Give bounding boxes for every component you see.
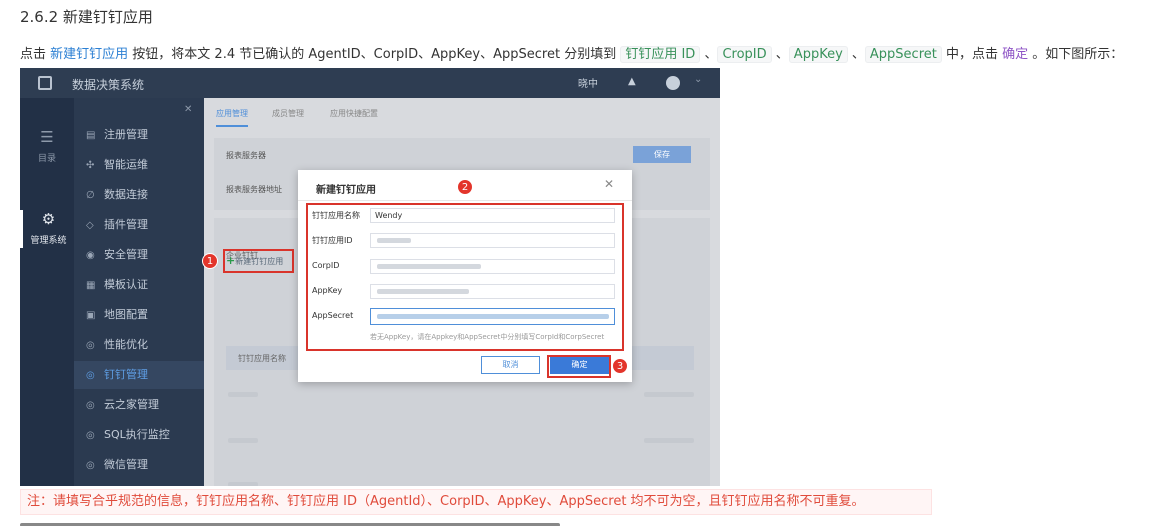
rail-label: 目录 <box>37 154 56 164</box>
dialog-title: 新建钉钉应用 <box>316 185 376 196</box>
dingtalk-icon: ◎ <box>86 370 95 381</box>
ops-icon: ✣ <box>86 160 95 171</box>
highlight-form-fields <box>306 203 624 351</box>
sidebar-item-label: 钉钉管理 <box>104 368 148 381</box>
table-row <box>644 438 694 443</box>
plugin-icon: ◇ <box>86 220 94 231</box>
new-app-link-text[interactable]: 新建钉钉应用 <box>50 47 128 62</box>
sidebar-item-cloud[interactable]: ◎ 云之家管理 <box>74 391 204 419</box>
map-icon: ▣ <box>86 310 96 321</box>
template-icon: ▦ <box>86 280 96 291</box>
sidebar-item-label: 模板认证 <box>104 278 148 291</box>
highlight-confirm <box>547 355 611 378</box>
link-icon: ∅ <box>86 190 95 201</box>
instruction-text: 。如下图所示： <box>1028 47 1124 62</box>
highlight-new-app <box>223 249 294 273</box>
code-app-key: AppKey <box>788 46 848 63</box>
table-row <box>228 438 258 443</box>
instruction-text: 按钮，将本文 2.4 节已确认的 AgentID、CorpID、AppKey、A… <box>128 47 621 62</box>
close-icon[interactable]: ✕ <box>604 177 614 191</box>
sidebar-item-performance[interactable]: ◎ 性能优化 <box>74 331 204 359</box>
tab-app-management[interactable]: 应用管理 <box>216 108 248 127</box>
server-address-label: 报表服务器地址 <box>226 185 282 194</box>
separator: 、 <box>700 47 718 62</box>
table-row <box>228 482 258 486</box>
list-icon: ☰ <box>40 128 54 146</box>
rail: ☰ 目录 ⚙ 管理系统 <box>20 98 74 486</box>
sidebar-item-label: 安全管理 <box>104 248 148 261</box>
marker-3: 3 <box>612 358 628 374</box>
table-row <box>228 392 258 397</box>
save-button[interactable]: 保存 <box>633 146 691 163</box>
server-section-title: 报表服务器 <box>226 151 266 160</box>
sidebar-item-data-connection[interactable]: ∅ 数据连接 <box>74 181 204 209</box>
marker-1: 1 <box>202 253 218 269</box>
code-agent-id: 钉钉应用 ID <box>620 46 701 63</box>
rail-label: 管理系统 <box>30 236 67 246</box>
avatar[interactable] <box>666 76 680 90</box>
warning-note: 注：请填写合乎规范的信息，钉钉应用名称、钉钉应用 ID（AgentId）、Cor… <box>20 489 932 515</box>
register-icon: ▤ <box>86 130 96 141</box>
embedded-screenshot: 数据决策系统 晓中 ▲ ⌄ ☰ 目录 ⚙ 管理系统 ✕ ▤ 注册管理 ✣ 智能运维 … <box>20 68 720 486</box>
sidebar-item-sql-monitor[interactable]: ◎ SQL执行监控 <box>74 421 204 449</box>
cancel-button[interactable]: 取消 <box>481 356 540 374</box>
shield-icon: ◉ <box>86 250 95 261</box>
rail-item-directory[interactable]: ☰ 目录 <box>20 128 74 164</box>
sidebar-item-label: 插件管理 <box>104 218 148 231</box>
sidebar: ✕ ▤ 注册管理 ✣ 智能运维 ∅ 数据连接 ◇ 插件管理 ◉ 安全管理 ▦ 模板认证 ▣ 地… <box>74 98 204 486</box>
tab-bar: 应用管理 成员管理 应用快捷配置 <box>204 98 720 128</box>
sidebar-item-dingtalk[interactable]: ◎ 钉钉管理 <box>74 361 204 389</box>
app-title: 数据决策系统 <box>72 78 145 92</box>
tab-quick-config[interactable]: 应用快捷配置 <box>330 108 378 119</box>
table-header-name: 钉钉应用名称 <box>238 354 286 363</box>
instruction-text: 点击 <box>20 47 51 62</box>
sidebar-item-plugins[interactable]: ◇ 插件管理 <box>74 211 204 239</box>
bell-icon[interactable]: ▲ <box>628 76 636 87</box>
sidebar-item-label: 智能运维 <box>104 158 148 171</box>
sidebar-item-label: 性能优化 <box>104 338 148 351</box>
confirm-keyword: 确定 <box>1002 47 1029 62</box>
sidebar-item-label: 地图配置 <box>104 308 148 321</box>
section-heading: 2.6.2 新建钉钉应用 <box>20 8 153 26</box>
table-row <box>644 392 694 397</box>
sidebar-item-label: 注册管理 <box>104 128 148 141</box>
tab-member-management[interactable]: 成员管理 <box>272 108 304 119</box>
pin-icon[interactable]: ✕ <box>184 104 192 115</box>
sidebar-item-label: SQL执行监控 <box>104 428 170 441</box>
sidebar-item-label: 微信管理 <box>104 458 148 471</box>
instruction-text: 中，点击 <box>941 47 1003 62</box>
separator: 、 <box>847 47 865 62</box>
app-topbar: 数据决策系统 晓中 ▲ ⌄ <box>20 68 720 98</box>
sidebar-item-template-auth[interactable]: ▦ 模板认证 <box>74 271 204 299</box>
code-app-secret: AppSecret <box>864 46 942 63</box>
marker-2: 2 <box>457 179 473 195</box>
app-logo-icon <box>38 76 52 90</box>
sidebar-item-security[interactable]: ◉ 安全管理 <box>74 241 204 269</box>
rail-item-management[interactable]: ⚙ 管理系统 <box>20 210 74 248</box>
gear-icon: ⚙ <box>41 210 56 228</box>
separator: 、 <box>771 47 789 62</box>
sidebar-item-ops[interactable]: ✣ 智能运维 <box>74 151 204 179</box>
sidebar-item-register[interactable]: ▤ 注册管理 <box>74 121 204 149</box>
dialog-divider <box>298 200 632 201</box>
sidebar-item-label: 云之家管理 <box>104 398 159 411</box>
cut-off-text-line <box>20 520 560 526</box>
sidebar-item-map-config[interactable]: ▣ 地图配置 <box>74 301 204 329</box>
instruction-paragraph: 点击 新建钉钉应用 按钮，将本文 2.4 节已确认的 AgentID、CorpI… <box>20 43 1124 63</box>
sidebar-item-label: 数据连接 <box>104 188 148 201</box>
wechat-icon: ◎ <box>86 460 95 471</box>
performance-icon: ◎ <box>86 340 95 351</box>
user-name[interactable]: 晓中 <box>578 75 598 90</box>
cloud-icon: ◎ <box>86 400 95 411</box>
code-corp-id: CropID <box>717 46 772 63</box>
monitor-icon: ◎ <box>86 430 95 441</box>
chevron-down-icon[interactable]: ⌄ <box>694 74 702 85</box>
sidebar-item-wechat[interactable]: ◎ 微信管理 <box>74 451 204 479</box>
